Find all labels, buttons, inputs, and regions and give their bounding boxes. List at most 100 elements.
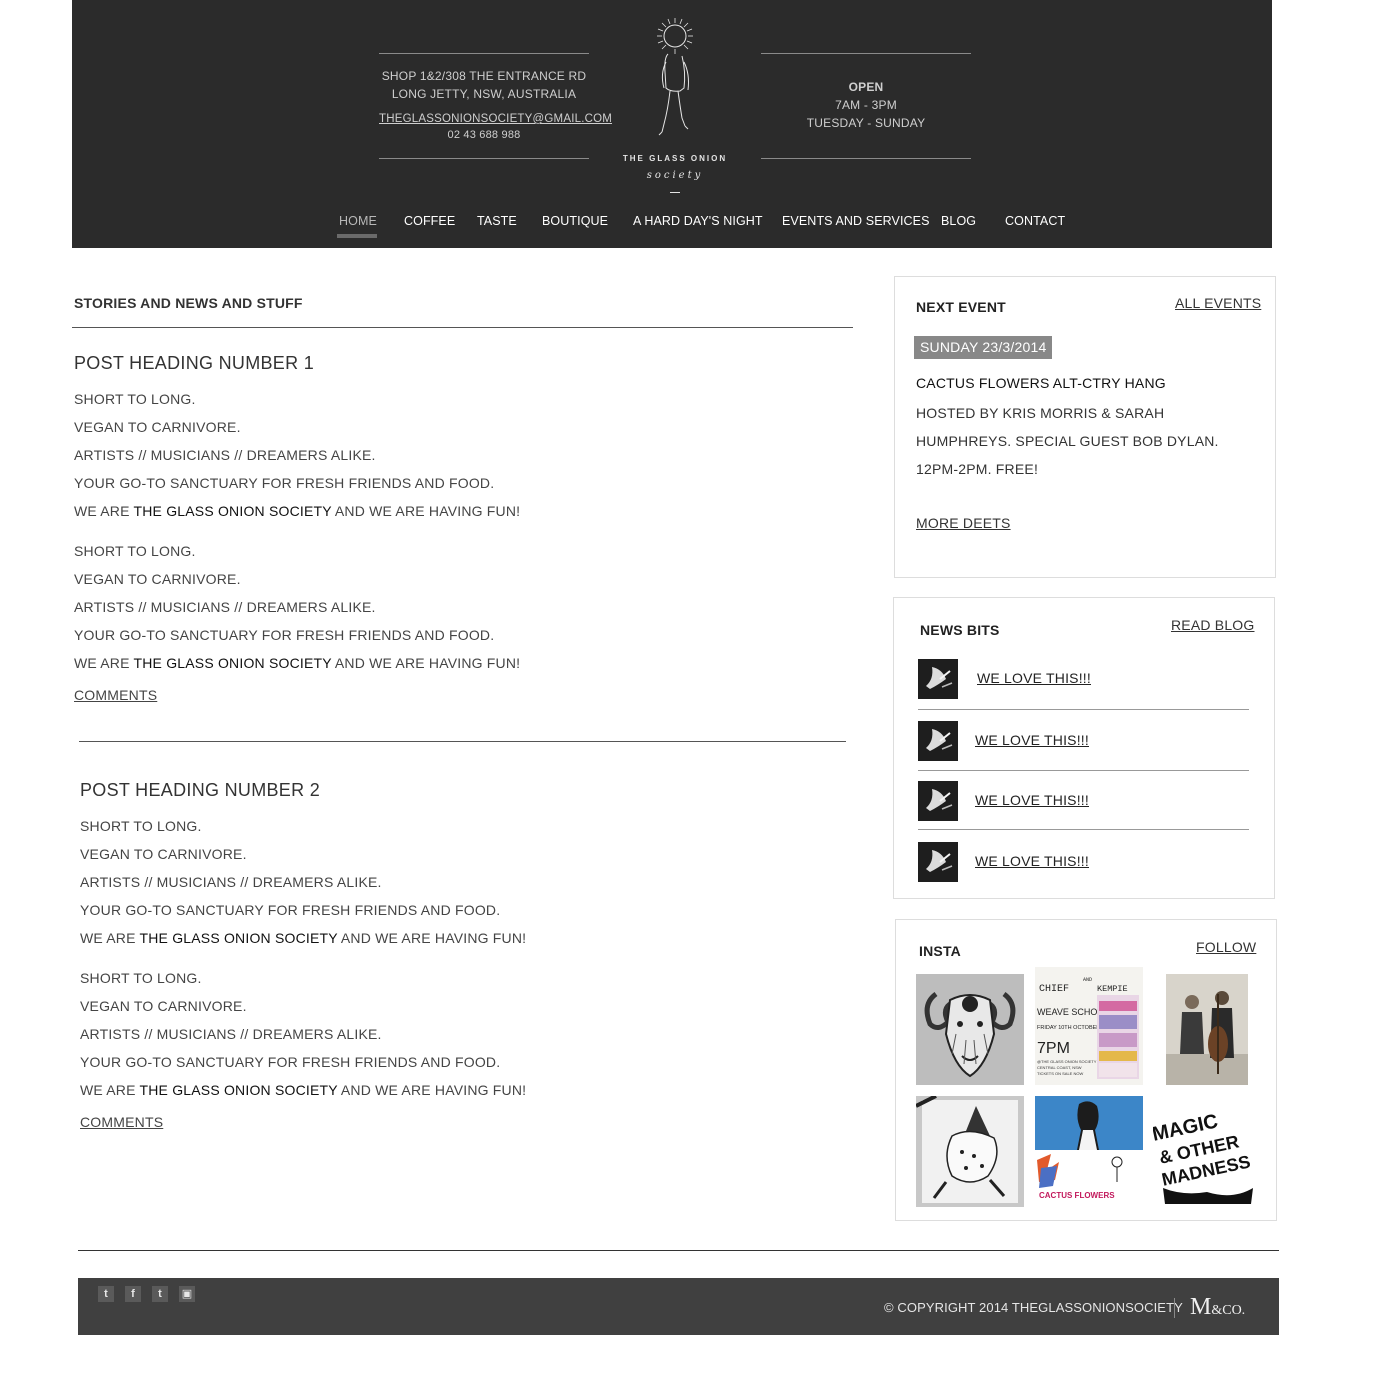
post-line: WE ARE (74, 503, 130, 519)
hours: 7AM - 3PM (835, 98, 897, 112)
phone-number: 02 43 688 988 (447, 129, 521, 141)
post-divider (79, 741, 846, 742)
follow-link[interactable]: FOLLOW (1196, 939, 1256, 955)
poster-text: CENTRAL COAST, NSW (1037, 1065, 1082, 1070)
event-desc-line: HOSTED BY KRIS MORRIS & SARAH (916, 405, 1165, 421)
poster-text: CHIEF (1039, 984, 1069, 995)
news-link[interactable]: WE LOVE THIS!!! (977, 670, 1091, 686)
news-link[interactable]: WE LOVE THIS!!! (975, 792, 1089, 808)
post-line: SHORT TO LONG. (74, 543, 196, 559)
event-name[interactable]: CACTUS FLOWERS ALT-CTRY HANG (916, 375, 1166, 391)
news-item[interactable]: WE LOVE THIS!!! (918, 781, 1248, 821)
post-heading[interactable]: POST HEADING NUMBER 2 (80, 778, 526, 812)
nav-contact[interactable]: CONTACT (1005, 214, 1065, 228)
nav-blog[interactable]: BLOG (941, 214, 976, 228)
news-thumbnail[interactable] (918, 842, 958, 882)
post-line: ARTISTS // MUSICIANS // DREAMERS ALIKE. (80, 1026, 382, 1042)
logo-underline (670, 192, 680, 193)
twitter-icon[interactable]: t (98, 1286, 114, 1302)
logo-subtext: society (646, 170, 704, 181)
next-event-widget: NEXT EVENT ALL EVENTS SUNDAY 23/3/2014 C… (894, 276, 1276, 578)
insta-caption: CACTUS FLOWERS (1039, 1191, 1115, 1200)
news-link[interactable]: WE LOVE THIS!!! (975, 732, 1089, 748)
nav-hard-days-night[interactable]: A HARD DAY'S NIGHT (633, 214, 763, 228)
news-item[interactable]: WE LOVE THIS!!! (918, 659, 1248, 699)
site-logo[interactable]: THE GLASS ONION society (618, 14, 732, 198)
post-line: SHORT TO LONG. (80, 970, 202, 986)
event-date-badge: SUNDAY 23/3/2014 (914, 336, 1053, 359)
facebook-icon[interactable]: f (125, 1286, 141, 1302)
post-line: AND WE ARE HAVING FUN! (334, 503, 521, 519)
logo-figure-icon (657, 18, 693, 136)
insta-widget: INSTA FOLLOW CHIEF AND KEMPIE WEAVE SCHO… (895, 919, 1277, 1221)
post-line: WE ARE (80, 1082, 136, 1098)
post-line: VEGAN TO CARNIVORE. (74, 571, 241, 587)
nav-events-and-services[interactable]: EVENTS AND SERVICES (782, 214, 930, 228)
nav-coffee[interactable]: COFFEE (404, 214, 455, 228)
insta-photo-singer[interactable]: CACTUS FLOWERS (1035, 1096, 1143, 1207)
event-desc-line: 12PM-2PM. FREE! (916, 461, 1039, 477)
contact-info: SHOP 1&2/308 THE ENTRANCE RD LONG JETTY,… (379, 53, 612, 159)
news-link[interactable]: WE LOVE THIS!!! (975, 853, 1089, 869)
news-thumbnail[interactable] (918, 659, 958, 699)
poster-text: AND (1083, 977, 1092, 983)
next-event-title: NEXT EVENT (916, 299, 1006, 315)
insta-photo-ram[interactable] (916, 974, 1024, 1085)
news-thumbnail[interactable] (918, 781, 958, 821)
insta-photo-wizard[interactable] (916, 1096, 1024, 1207)
nav-boutique[interactable]: BOUTIQUE (542, 214, 608, 228)
brand-name: THE GLASS ONION SOCIETY (139, 930, 338, 946)
read-blog-link[interactable]: READ BLOG (1171, 617, 1255, 633)
open-label: OPEN (848, 80, 884, 94)
section-divider (72, 327, 853, 328)
post-line: VEGAN TO CARNIVORE. (80, 998, 247, 1014)
post-body: SHORT TO LONG. VEGAN TO CARNIVORE. ARTIS… (80, 812, 526, 952)
brand-name: THE GLASS ONION SOCIETY (133, 655, 332, 671)
insta-photo-musicians[interactable] (1166, 974, 1248, 1085)
logo-wordmark: THE GLASS ONION (622, 154, 728, 163)
post-line: ARTISTS // MUSICIANS // DREAMERS ALIKE. (80, 874, 382, 890)
all-events-link[interactable]: ALL EVENTS (1175, 295, 1261, 311)
post-line: WE ARE (80, 930, 136, 946)
comments-link[interactable]: COMMENTS (74, 687, 157, 703)
footer-separator (1174, 1298, 1175, 1318)
post-heading[interactable]: POST HEADING NUMBER 1 (74, 351, 520, 385)
poster-text: TICKETS ON SALE NOW (1037, 1071, 1083, 1076)
post-line: VEGAN TO CARNIVORE. (80, 846, 247, 862)
section-title: STORIES AND NEWS AND STUFF (74, 295, 303, 311)
news-item[interactable]: WE LOVE THIS!!! (918, 721, 1248, 761)
comments-link[interactable]: COMMENTS (80, 1114, 163, 1130)
days: TUESDAY - SUNDAY (806, 116, 926, 130)
email-link[interactable]: THEGLASSONIONSOCIETY@GMAIL.COM (379, 110, 612, 128)
post-line: ARTISTS // MUSICIANS // DREAMERS ALIKE. (74, 599, 376, 615)
copyright-text: © COPYRIGHT 2014 THEGLASSONIONSOCIETY (884, 1300, 1183, 1315)
news-thumbnail[interactable] (918, 721, 958, 761)
agency-logo[interactable]: M&CO. (1190, 1294, 1245, 1321)
insta-photo-weave-poster[interactable]: CHIEF AND KEMPIE WEAVE SCHOOL FRIDAY 10T… (1035, 967, 1143, 1085)
post-line: AND WE ARE HAVING FUN! (340, 930, 527, 946)
poster-text: 7PM (1037, 1040, 1070, 1057)
post-line: WE ARE (74, 655, 130, 671)
nav-taste[interactable]: TASTE (477, 214, 517, 228)
instagram-icon[interactable]: ▣ (179, 1286, 195, 1302)
nav-active-indicator (337, 234, 377, 238)
more-deets-link[interactable]: MORE DEETS (916, 515, 1011, 531)
tumblr-icon[interactable]: t (152, 1286, 168, 1302)
main-nav: HOME COFFEE TASTE BOUTIQUE A HARD DAY'S … (72, 214, 1272, 238)
post-line: YOUR GO-TO SANCTUARY FOR FRESH FRIENDS A… (80, 1054, 501, 1070)
post-body: SHORT TO LONG. VEGAN TO CARNIVORE. ARTIS… (74, 385, 520, 525)
nav-home[interactable]: HOME (339, 214, 377, 228)
insta-photo-magic-madness[interactable]: MAGIC & OTHER MADNESS (1153, 1096, 1261, 1207)
news-item[interactable]: WE LOVE THIS!!! (918, 842, 1248, 882)
poster-text: FRIDAY 10TH OCTOBER (1037, 1025, 1100, 1031)
post-2: POST HEADING NUMBER 2 SHORT TO LONG. VEG… (80, 778, 526, 1132)
address-line-1: SHOP 1&2/308 THE ENTRANCE RD (381, 69, 587, 83)
post-line: AND WE ARE HAVING FUN! (340, 1082, 527, 1098)
agency-logo-m: M (1190, 1294, 1212, 1320)
address-line-2: LONG JETTY, NSW, AUSTRALIA (391, 87, 577, 101)
post-line: YOUR GO-TO SANCTUARY FOR FRESH FRIENDS A… (74, 475, 495, 491)
poster-text: KEMPIE (1097, 984, 1128, 994)
post-line: AND WE ARE HAVING FUN! (334, 655, 521, 671)
post-1: POST HEADING NUMBER 1 SHORT TO LONG. VEG… (74, 351, 520, 705)
post-line: YOUR GO-TO SANCTUARY FOR FRESH FRIENDS A… (74, 627, 495, 643)
